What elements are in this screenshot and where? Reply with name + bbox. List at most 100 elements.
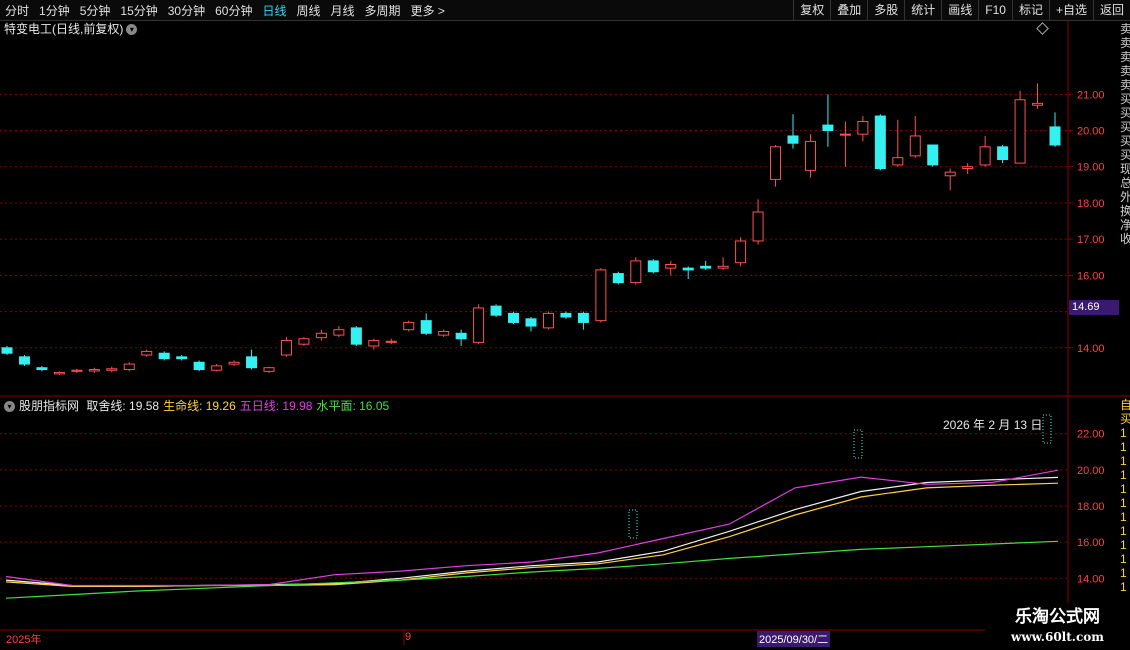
candle-body-1 xyxy=(18,356,30,365)
time-axis-label-month: 9 xyxy=(405,631,412,643)
candle-body-41 xyxy=(717,265,729,269)
candle-body-38 xyxy=(665,264,677,269)
quote-label-15: 收 xyxy=(1120,232,1130,246)
watermark-line1: 乐淘公式网 xyxy=(1015,607,1100,626)
candle-body-5 xyxy=(88,369,100,372)
candle-body-19 xyxy=(333,329,345,336)
indicator-tick-label-3: 16.00 xyxy=(1077,537,1105,549)
candle-body-9 xyxy=(158,352,170,360)
watermark-line2: www.60lt.com xyxy=(1011,630,1104,644)
candle-body-48 xyxy=(839,133,851,136)
indicator-series-1 xyxy=(5,482,1059,588)
indicator-date-label: 2026 年 2 月 13 日 xyxy=(943,418,1043,432)
indicator-side-0: 自 xyxy=(1120,398,1130,412)
candle-body-22 xyxy=(385,340,397,343)
candle-body-20 xyxy=(350,327,362,345)
candle-body-36 xyxy=(630,260,642,284)
quote-label-12: 外 xyxy=(1120,190,1130,204)
candle-body-50 xyxy=(874,115,886,170)
right-indicator-panel: 自买111111111111 xyxy=(1120,398,1130,608)
signal-mark-0 xyxy=(628,509,638,539)
candle-body-49 xyxy=(857,120,869,135)
candle-body-60 xyxy=(1049,126,1061,146)
candle-body-35 xyxy=(612,273,624,284)
candle-body-3 xyxy=(53,371,65,375)
quote-label-9: 买 xyxy=(1120,148,1130,162)
indicator-menu-icon[interactable]: ▾ xyxy=(4,401,15,413)
indicator-side-12: 1 xyxy=(1120,566,1127,580)
candle-body-58 xyxy=(1014,99,1026,164)
indicator-side-10: 1 xyxy=(1120,538,1127,552)
candle-body-51 xyxy=(892,157,904,166)
candle-body-57 xyxy=(997,146,1009,160)
time-cursor-label: 2025/09/30/二 xyxy=(757,631,831,647)
candle-body-53 xyxy=(927,144,939,166)
quote-label-14: 净 xyxy=(1120,218,1130,232)
quote-label-4: 卖 xyxy=(1120,78,1130,92)
indicator-values: 取舍线: 19.58 生命线: 19.26 五日线: 19.98 水平面: 16.05 xyxy=(82,399,389,413)
indicator-tick-label-4: 14.00 xyxy=(1077,573,1105,585)
candle-body-15 xyxy=(263,367,275,372)
candle-body-8 xyxy=(141,350,153,356)
quote-label-13: 换 xyxy=(1120,204,1130,218)
indicator-name: 股朋指标网 xyxy=(19,399,80,413)
indicator-side-3: 1 xyxy=(1120,440,1127,454)
indicator-legend[interactable]: ▾ 股朋指标网 取舍线: 19.58 生命线: 19.26 五日线: 19.98 水平面… xyxy=(4,398,389,414)
candle-body-23 xyxy=(403,321,415,331)
quote-label-7: 买 xyxy=(1120,120,1130,134)
indicator-side-2: 1 xyxy=(1120,426,1127,440)
quote-label-11: 总 xyxy=(1120,176,1130,190)
quote-label-0: 卖 xyxy=(1120,22,1130,36)
candle-body-34 xyxy=(595,269,607,322)
indicator-tick-label-0: 22.00 xyxy=(1077,429,1105,441)
indicator-side-13: 1 xyxy=(1120,580,1127,594)
candle-body-40 xyxy=(700,265,712,269)
right-quote-panel: 卖卖卖卖卖买买买买买现总外换净收 xyxy=(1120,22,1130,396)
candle-body-39 xyxy=(682,267,694,271)
quote-label-1: 卖 xyxy=(1120,36,1130,50)
indicator-side-7: 1 xyxy=(1120,496,1127,510)
candle-body-17 xyxy=(298,338,310,345)
candle-body-31 xyxy=(542,312,554,329)
signal-mark-1 xyxy=(853,429,863,459)
candle-body-27 xyxy=(473,307,485,343)
quote-label-10: 现 xyxy=(1120,162,1130,176)
candle-body-21 xyxy=(368,340,380,347)
candle-body-42 xyxy=(735,240,747,264)
candle-body-26 xyxy=(455,332,467,340)
candle-body-47 xyxy=(822,124,834,132)
candle-body-18 xyxy=(315,332,327,339)
candle-body-25 xyxy=(438,330,450,336)
indicator-side-5: 1 xyxy=(1120,468,1127,482)
candle-body-30 xyxy=(525,318,537,327)
indicator-side-1: 买 xyxy=(1120,412,1130,426)
quote-label-8: 买 xyxy=(1120,134,1130,148)
kline-chart[interactable]: 21.00 20.00 19.00 18.00 17.00 16.00 14.00 22.00… xyxy=(0,0,1130,650)
time-axis-label-year: 2025年 xyxy=(6,634,42,646)
candle-body-29 xyxy=(508,312,520,323)
candle-body-0 xyxy=(1,347,13,354)
candle-body-45 xyxy=(787,135,799,144)
candle-body-59 xyxy=(1032,102,1044,106)
indicator-tick-label-2: 18.00 xyxy=(1077,501,1105,513)
indicator-series-3 xyxy=(5,540,1059,599)
indicator-value-3: 水平面: 16.05 xyxy=(316,399,390,413)
candle-body-7 xyxy=(123,363,135,371)
quote-label-5: 买 xyxy=(1120,92,1130,106)
price-tick-label-1: 20.00 xyxy=(1077,126,1105,138)
candle-body-44 xyxy=(770,146,782,180)
candle-body-16 xyxy=(280,340,292,356)
indicator-value-0: 取舍线: 19.58 xyxy=(86,399,160,413)
price-tick-label-3: 18.00 xyxy=(1077,198,1105,210)
candle-body-11 xyxy=(193,361,205,371)
candle-body-37 xyxy=(647,260,659,273)
indicator-value-1: 生命线: 19.26 xyxy=(163,399,236,413)
indicator-series-2 xyxy=(5,469,1059,587)
candle-body-46 xyxy=(804,140,816,171)
indicator-side-8: 1 xyxy=(1120,510,1127,524)
indicator-tick-label-1: 20.00 xyxy=(1077,465,1105,477)
price-tick-label-0: 21.00 xyxy=(1077,89,1105,101)
current-price-tag: 14.69 xyxy=(1069,300,1119,315)
candle-body-6 xyxy=(106,368,118,371)
candle-body-32 xyxy=(560,312,572,318)
